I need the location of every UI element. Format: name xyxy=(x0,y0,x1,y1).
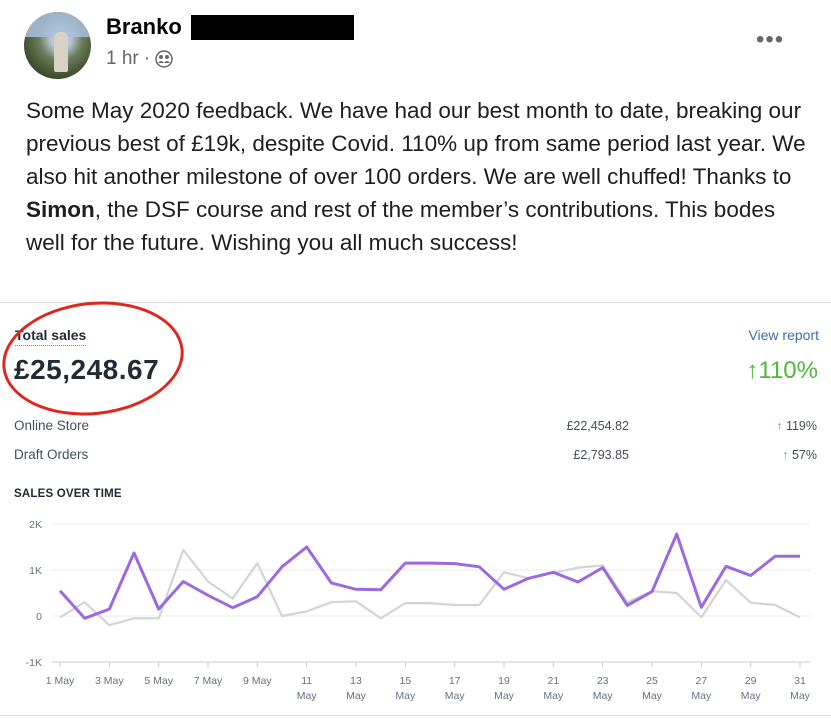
row-pct-value: 119% xyxy=(785,419,817,433)
more-options-icon[interactable]: ••• xyxy=(756,28,784,52)
x-tick-label: 23 xyxy=(597,675,609,687)
author-avatar[interactable] xyxy=(24,12,91,79)
x-tick-label-month: May xyxy=(741,690,762,702)
x-tick-label: 7 May xyxy=(194,675,223,687)
up-arrow-icon: ↑ xyxy=(782,448,792,462)
up-arrow-icon: ↑ xyxy=(746,357,759,384)
growth-value: 110% xyxy=(758,357,818,384)
row-value-online-store: £22,454.82 xyxy=(566,419,629,433)
y-tick-label: 1K xyxy=(29,565,42,577)
post-meta: 1 hr · xyxy=(106,48,173,70)
row-value-draft-orders: £2,793.85 xyxy=(573,448,629,462)
y-tick-label: -1K xyxy=(26,657,42,669)
post-time[interactable]: 1 hr xyxy=(106,48,139,70)
row-pct-value: 57% xyxy=(791,448,817,462)
x-tick-label-month: May xyxy=(543,690,564,702)
x-tick-label-month: May xyxy=(395,690,416,702)
sales-over-time-title: SALES OVER TIME xyxy=(14,488,122,500)
x-tick-label: 19 xyxy=(498,675,510,687)
x-tick-label: 21 xyxy=(547,675,559,687)
series-line-comparison xyxy=(59,548,801,627)
x-tick-label: 9 May xyxy=(243,675,272,687)
x-tick-label: 11 xyxy=(301,675,312,687)
x-tick-label: 27 xyxy=(695,675,707,687)
x-tick-label: 13 xyxy=(350,675,362,687)
x-tick-label: 15 xyxy=(399,675,411,687)
row-label-online-store: Online Store xyxy=(14,418,90,433)
mention-simon[interactable]: Simon xyxy=(26,197,95,222)
y-tick-label: 0 xyxy=(36,611,42,623)
x-tick-label: 1 May xyxy=(46,675,75,687)
x-tick-label: 31 xyxy=(794,675,806,687)
post-text-part2: , the DSF course and rest of the member’… xyxy=(26,197,776,255)
group-icon xyxy=(155,50,173,68)
x-tick-label: 5 May xyxy=(144,675,173,687)
post-text: Some May 2020 feedback. We have had our … xyxy=(26,94,816,259)
x-tick-label: 3 May xyxy=(95,675,124,687)
x-tick-label-month: May xyxy=(445,690,466,702)
x-tick-label: 17 xyxy=(449,675,461,687)
growth-indicator: ↑110% xyxy=(746,357,818,385)
x-tick-label-month: May xyxy=(494,690,515,702)
x-tick-label-month: May xyxy=(642,690,663,702)
bottom-divider xyxy=(0,715,831,716)
sales-over-time-chart: 2K 1K 0 -1K 1 May 3 May 5 May 7 May 9 May 11 May 13… xyxy=(26,519,811,702)
row-label-draft-orders: Draft Orders xyxy=(14,447,89,462)
x-tick-label-month: May xyxy=(691,690,712,702)
author-name[interactable]: Branko xyxy=(106,14,182,40)
red-circle-annotation xyxy=(0,292,190,425)
x-tick-label: 25 xyxy=(646,675,658,687)
x-tick-label: 29 xyxy=(745,675,757,687)
avatar-figure xyxy=(54,32,68,72)
meta-separator: · xyxy=(143,48,151,69)
x-tick-label-month: May xyxy=(593,690,614,702)
row-pct-draft-orders: ↑ 57% xyxy=(782,448,817,462)
x-tick-label-month: May xyxy=(297,690,318,702)
row-pct-online-store: ↑ 119% xyxy=(776,419,817,433)
redaction-bar xyxy=(191,15,354,40)
y-tick-label: 2K xyxy=(29,519,42,531)
view-report-link[interactable]: View report xyxy=(748,327,819,343)
x-tick-label-month: May xyxy=(790,690,811,702)
post-text-part1: Some May 2020 feedback. We have had our … xyxy=(26,98,806,189)
x-tick-label-month: May xyxy=(346,690,367,702)
up-arrow-icon: ↑ xyxy=(776,419,786,433)
